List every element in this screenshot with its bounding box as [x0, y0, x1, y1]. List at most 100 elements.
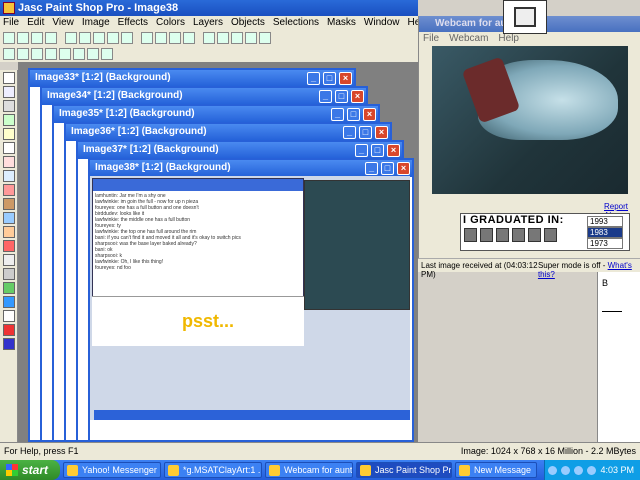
maximize-icon[interactable]: □ [335, 90, 348, 103]
system-tray: 4:03 PM [544, 460, 640, 480]
close-icon[interactable]: × [387, 144, 400, 157]
menu-layers[interactable]: Layers [193, 17, 223, 29]
clone-brush-icon[interactable] [3, 212, 15, 224]
tray-icon[interactable] [561, 465, 571, 475]
webcam-menu-file[interactable]: File [423, 33, 439, 45]
menu-effects[interactable]: Effects [118, 17, 148, 29]
menu-view[interactable]: View [52, 17, 74, 29]
print-icon[interactable] [45, 32, 57, 44]
screen-capture-icon[interactable] [169, 32, 181, 44]
redo-icon[interactable] [79, 32, 91, 44]
maximize-icon[interactable]: □ [323, 72, 336, 85]
overview-icon[interactable] [245, 32, 257, 44]
crop-tool-icon[interactable] [3, 114, 15, 126]
maximize-icon[interactable]: □ [359, 126, 372, 139]
minimize-icon[interactable]: _ [319, 90, 332, 103]
arrow-tool-icon[interactable] [3, 72, 15, 84]
menu-window[interactable]: Window [364, 17, 400, 29]
open-file-icon[interactable] [17, 32, 29, 44]
tray-icon[interactable] [548, 465, 558, 475]
deform-tool-icon[interactable] [3, 100, 15, 112]
menu-colors[interactable]: Colors [156, 17, 185, 29]
save-icon[interactable] [31, 32, 43, 44]
year-option[interactable]: 1973 [587, 238, 623, 249]
tool-option-icon[interactable] [3, 48, 15, 60]
paste-icon[interactable] [121, 32, 133, 44]
magic-wand-icon[interactable] [3, 170, 15, 182]
task-chat-room[interactable]: *g.MSATClayArt:1 ... [164, 462, 262, 478]
dropper-icon[interactable] [3, 184, 15, 196]
tool-option-icon[interactable] [17, 48, 29, 60]
preset-shapes-icon[interactable] [3, 338, 15, 350]
toggle-palette-icon[interactable] [183, 32, 195, 44]
maximize-icon[interactable]: □ [371, 144, 384, 157]
task-paint-shop-pro[interactable]: Jasc Paint Shop Pro... [356, 462, 452, 478]
draw-tool-icon[interactable] [3, 324, 15, 336]
close-icon[interactable]: × [397, 162, 410, 175]
pane-separator [602, 302, 622, 312]
selection-tool-icon[interactable] [3, 142, 15, 154]
browse-icon[interactable] [155, 32, 167, 44]
histogram-icon[interactable] [203, 32, 215, 44]
color-replacer-icon[interactable] [3, 226, 15, 238]
move-tool-icon[interactable] [3, 128, 15, 140]
minimize-icon[interactable]: _ [355, 144, 368, 157]
tool-option-icon[interactable] [73, 48, 85, 60]
start-button[interactable]: start [0, 460, 60, 480]
layers-palette-icon[interactable] [217, 32, 229, 44]
tool-option-icon[interactable] [59, 48, 71, 60]
tray-icon[interactable] [587, 465, 597, 475]
webcam-menu-webcam[interactable]: Webcam [449, 33, 488, 45]
task-webcam[interactable]: Webcam for aunty... [265, 462, 353, 478]
help-icon[interactable] [259, 32, 271, 44]
menu-file[interactable]: File [3, 17, 19, 29]
zoom-tool-icon[interactable] [3, 86, 15, 98]
tray-icon[interactable] [574, 465, 584, 475]
freehand-tool-icon[interactable] [3, 156, 15, 168]
app-title: Jasc Paint Shop Pro - Image38 [18, 2, 179, 14]
tool-option-icon[interactable] [101, 48, 113, 60]
menu-edit[interactable]: Edit [27, 17, 44, 29]
flood-fill-icon[interactable] [3, 296, 15, 308]
minimize-icon[interactable]: _ [331, 108, 344, 121]
color-palette-icon[interactable] [231, 32, 243, 44]
close-icon[interactable]: × [363, 108, 376, 121]
window-title: Image33* [1:2] (Background) [35, 72, 171, 83]
retouch-icon[interactable] [3, 240, 15, 252]
airbrush-icon[interactable] [3, 282, 15, 294]
face-thumbnail [464, 228, 477, 242]
eraser-icon[interactable] [3, 254, 15, 266]
close-icon[interactable]: × [339, 72, 352, 85]
network-popup-icon[interactable] [503, 0, 547, 34]
minimize-icon[interactable]: _ [343, 126, 356, 139]
super-mode-status: Super mode is off - [537, 261, 606, 270]
new-file-icon[interactable] [3, 32, 15, 44]
menu-selections[interactable]: Selections [273, 17, 319, 29]
tool-option-icon[interactable] [45, 48, 57, 60]
task-yahoo-messenger[interactable]: Yahoo! Messenger ... [63, 462, 161, 478]
zoom-icon[interactable] [141, 32, 153, 44]
text-tool-icon[interactable] [3, 310, 15, 322]
minimize-icon[interactable]: _ [307, 72, 320, 85]
close-icon[interactable]: × [375, 126, 388, 139]
maximize-icon[interactable]: □ [347, 108, 360, 121]
tool-option-icon[interactable] [31, 48, 43, 60]
picture-tube-icon[interactable] [3, 268, 15, 280]
menu-image[interactable]: Image [82, 17, 110, 29]
menu-masks[interactable]: Masks [327, 17, 356, 29]
year-option-selected[interactable]: 1983 [587, 227, 623, 238]
minimize-icon[interactable]: _ [365, 162, 378, 175]
face-thumbnail [512, 228, 525, 242]
copy-icon[interactable] [107, 32, 119, 44]
webcam-menu-help[interactable]: Help [498, 33, 519, 45]
tool-option-icon[interactable] [87, 48, 99, 60]
year-option[interactable]: 1993 [587, 216, 623, 227]
task-new-message[interactable]: New Message [455, 462, 537, 478]
menu-objects[interactable]: Objects [231, 17, 265, 29]
cut-icon[interactable] [93, 32, 105, 44]
undo-icon[interactable] [65, 32, 77, 44]
close-icon[interactable]: × [351, 90, 364, 103]
maximize-icon[interactable]: □ [381, 162, 394, 175]
graduated-ad[interactable]: I GRADUATED IN: 1993 1983 1973 [460, 213, 630, 251]
paintbrush-icon[interactable] [3, 198, 15, 210]
